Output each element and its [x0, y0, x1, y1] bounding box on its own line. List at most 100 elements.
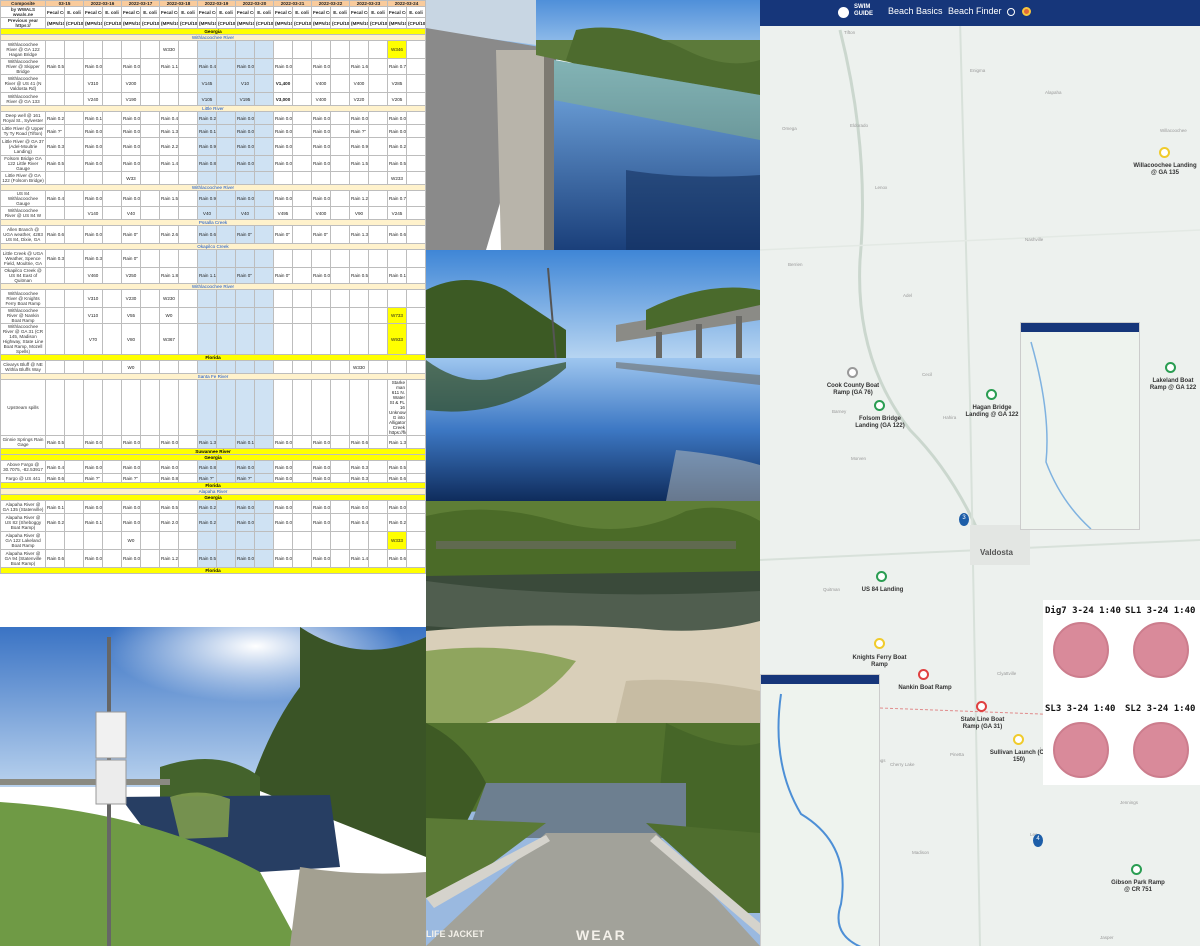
sample-row: Alapaha River @ GA 94 (Statenville Boat … — [0, 549, 426, 568]
value-cell — [368, 549, 388, 568]
beach-marker-hagan-bridge[interactable] — [986, 389, 997, 400]
value-cell — [159, 360, 179, 374]
value-cell — [406, 379, 426, 436]
value-cell — [178, 206, 198, 220]
value-cell: Rain 1.27" — [349, 190, 369, 207]
site-label: Little River @ GA 37 (Adel-Moultrie Land… — [0, 137, 46, 156]
beach-marker-nankin[interactable] — [918, 669, 929, 680]
swim-guide-logo-icon[interactable] — [838, 7, 849, 18]
value-cell: Rain 0.31" — [83, 249, 103, 268]
bacteria-plate-photo: Dig7 3-24 1:40 SL1 3-24 1:40 SL3 3-24 1:… — [1043, 600, 1200, 785]
value-cell — [330, 206, 350, 220]
value-cell: Rain 1.47" — [159, 155, 179, 172]
beach-marker-lakeland[interactable] — [1165, 362, 1176, 373]
value-cell: Rain 0.44" — [45, 460, 65, 474]
value-cell — [159, 249, 179, 268]
sample-row: Clearys Bluff @ NE Withla Bluffs Way W0 W3… — [0, 360, 426, 374]
town-label: Alapaha — [1045, 90, 1062, 95]
marker-label: State Line Boat Ramp (GA 31) — [960, 717, 1005, 730]
beach-marker-us84[interactable] — [876, 571, 887, 582]
beach-marker-state-line[interactable] — [976, 701, 987, 712]
nav-beach-basics[interactable]: Beach Basics — [888, 6, 943, 16]
town-label: Clyattville — [997, 671, 1017, 676]
value-cell: Rain 0.00" — [121, 190, 141, 207]
value-cell: W330 — [349, 360, 369, 374]
cluster-marker[interactable]: 4 — [1033, 834, 1043, 847]
beach-marker-cook-county[interactable] — [847, 367, 858, 378]
value-cell: Rain 0.12" — [387, 267, 407, 284]
nav-beach-finder[interactable]: Beach Finder — [948, 6, 1002, 16]
beach-marker-sullivan[interactable] — [1013, 734, 1024, 745]
unit-header: (MPN/100 mL) — [197, 17, 217, 29]
value-cell: V400 — [311, 92, 331, 106]
beach-marker-gibson-park[interactable] — [1131, 864, 1142, 875]
beach-marker-knights-ferry[interactable] — [874, 638, 885, 649]
site-label: Okapilco Creek @ US 84 East of Quitman — [0, 267, 46, 284]
value-cell — [140, 249, 160, 268]
value-cell: Rain 0.00" — [311, 435, 331, 449]
value-cell: Rain 0.00" — [273, 111, 293, 125]
value-cell — [292, 155, 312, 172]
search-icon[interactable] — [1007, 8, 1015, 16]
value-cell: V310 — [83, 289, 103, 308]
value-cell — [368, 124, 388, 138]
column-header: E. coli — [216, 6, 236, 18]
sample-row: Withlacoochee River @ GA 31 (CR 145, Mad… — [0, 323, 426, 355]
value-cell — [216, 460, 236, 474]
value-cell: Rain 0.95" — [197, 137, 217, 156]
column-header: Fecal Coliform — [311, 6, 331, 18]
column-header: E. coli — [102, 6, 122, 18]
value-cell — [254, 307, 274, 324]
value-cell: Rain 0.01" — [235, 549, 255, 568]
plate-label: SL2 3-24 1:40 — [1125, 704, 1196, 714]
value-cell: Rain 0.00" — [121, 435, 141, 449]
value-cell: Rain 0.25" — [197, 111, 217, 125]
site-label: Withlacoochee River @ Nankin Boat Ramp — [0, 307, 46, 324]
value-cell: Rain 0" — [235, 225, 255, 244]
marker-label: Hagan Bridge Landing @ GA 122 — [965, 405, 1019, 418]
sample-row: Alapaha River @ US 82 (Sheboggy Boat Ram… — [0, 513, 426, 532]
site-label: Alapaha River @ US 82 (Sheboggy Boat Ram… — [0, 513, 46, 532]
value-cell — [292, 289, 312, 308]
value-cell — [292, 249, 312, 268]
column-header: Fecal Coliform — [387, 6, 407, 18]
cluster-marker[interactable]: 3 — [959, 513, 969, 526]
value-cell: Rain 0" — [273, 225, 293, 244]
value-cell: Rain 0.21" — [197, 500, 217, 514]
value-cell — [254, 225, 274, 244]
value-cell: Rain 0.42" — [159, 111, 179, 125]
swim-guide-map[interactable]: SWIM GUIDE Beach Basics Beach Finder Tif… — [760, 0, 1200, 946]
value-cell — [330, 40, 350, 59]
value-cell — [102, 435, 122, 449]
value-cell — [102, 206, 122, 220]
value-cell — [45, 74, 65, 93]
value-cell — [349, 249, 369, 268]
value-cell — [45, 289, 65, 308]
beach-marker-willacoochee[interactable] — [1159, 147, 1170, 158]
town-label: Adel — [903, 293, 913, 298]
value-cell: W230 — [159, 289, 179, 308]
value-cell — [330, 513, 350, 532]
value-cell: Rain 0.25" — [45, 111, 65, 125]
column-header-row: by WWALS wwals.neFecal ColiformE. coliFe… — [0, 6, 426, 18]
value-cell: Rain ?" — [349, 124, 369, 138]
value-cell — [406, 249, 426, 268]
unit-header: (CFU/100 mL) — [216, 17, 236, 29]
value-cell: Rain 0.28" — [387, 513, 407, 532]
value-cell — [254, 111, 274, 125]
value-cell — [45, 92, 65, 106]
value-cell — [292, 323, 312, 355]
town-label: Berrien — [788, 262, 803, 267]
column-header: Fecal Coliform — [83, 6, 103, 18]
beach-marker-folsom-bridge[interactable] — [874, 400, 885, 411]
value-cell — [64, 155, 84, 172]
value-cell: Rain 1.18" — [197, 267, 217, 284]
value-cell — [292, 267, 312, 284]
value-cell — [140, 267, 160, 284]
brand-line-1: SWIM — [854, 4, 871, 10]
language-icon[interactable] — [1022, 7, 1031, 16]
value-cell — [406, 513, 426, 532]
value-cell — [64, 206, 84, 220]
brand-name[interactable]: SWIM GUIDE — [854, 4, 873, 18]
value-cell — [292, 124, 312, 138]
